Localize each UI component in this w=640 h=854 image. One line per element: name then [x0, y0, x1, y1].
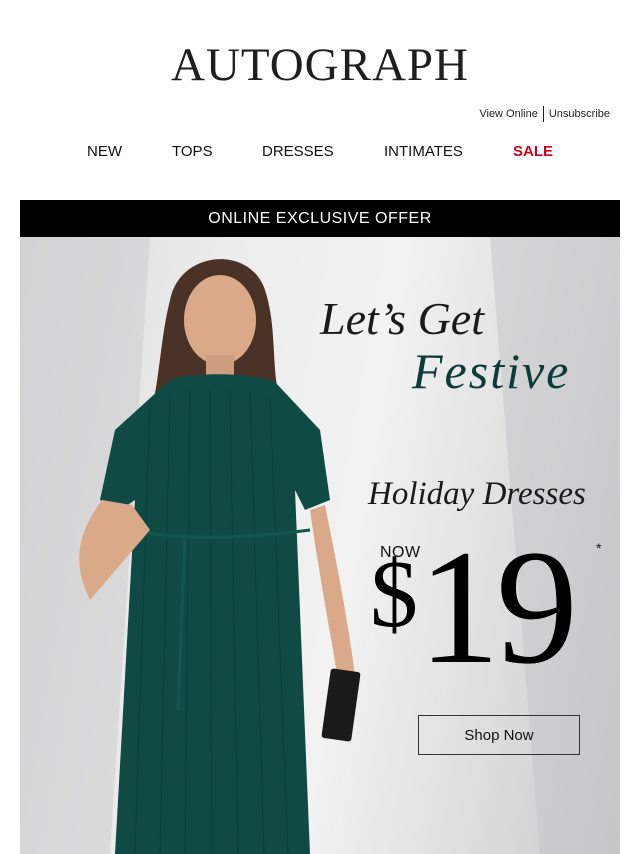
nav-item-new[interactable]: NEW: [87, 143, 122, 160]
price: $19: [370, 526, 578, 690]
main-nav: NEW TOPS DRESSES INTIMATES SALE: [0, 143, 640, 161]
view-online-link[interactable]: View Online: [479, 108, 538, 120]
headline-lets-get: Let’s Get: [320, 293, 484, 344]
nav-item-sale[interactable]: SALE: [513, 143, 553, 160]
hero-banner[interactable]: ONLINE EXCLUSIVE OFFER Let’s Get Festive…: [20, 200, 620, 854]
nav-item-dresses[interactable]: DRESSES: [262, 143, 334, 160]
holiday-dresses-subhead: Holiday Dresses: [368, 476, 586, 512]
price-amount: 19: [418, 517, 578, 698]
email-page: AUTOGRAPH View Online Unsubscribe NEW TO…: [0, 0, 640, 854]
price-currency: $: [370, 540, 418, 647]
brand-logo[interactable]: AUTOGRAPH: [0, 38, 640, 92]
price-asterisk: *: [596, 540, 602, 556]
nav-item-tops[interactable]: TOPS: [172, 143, 213, 160]
nav-item-intimates[interactable]: INTIMATES: [384, 143, 463, 160]
shop-now-button[interactable]: Shop Now: [418, 715, 580, 755]
offer-banner: ONLINE EXCLUSIVE OFFER: [20, 200, 620, 237]
headline-festive: Festive: [412, 343, 571, 399]
unsubscribe-link[interactable]: Unsubscribe: [549, 108, 610, 120]
utility-links: View Online Unsubscribe: [479, 106, 610, 122]
utility-divider: [542, 106, 544, 122]
